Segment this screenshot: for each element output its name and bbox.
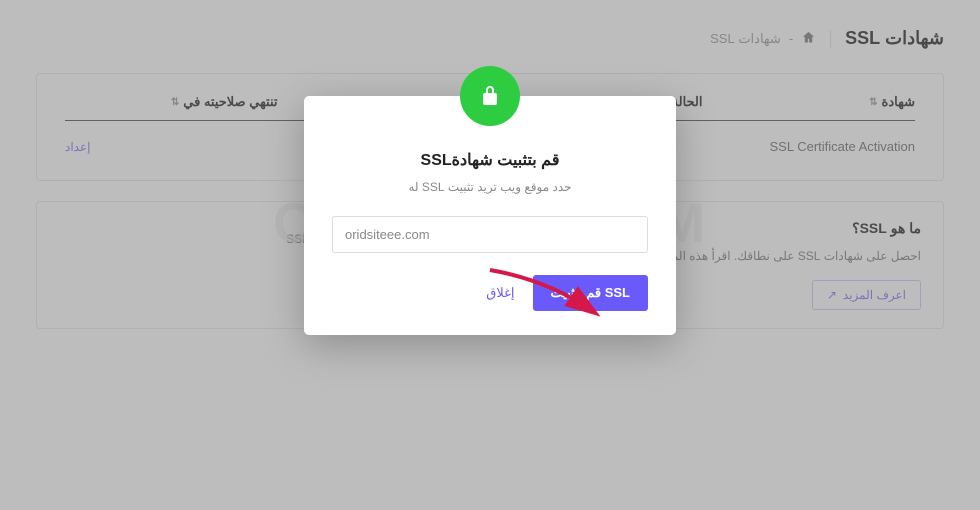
close-button[interactable]: إغلاق — [482, 277, 518, 309]
modal-title: قم بتثبيت شهادةSSL — [332, 150, 648, 170]
install-ssl-modal: قم بتثبيت شهادةSSL حدد موقع ويب تريد تثب… — [304, 96, 676, 335]
install-ssl-button[interactable]: قم بتثبيت SSL — [533, 275, 648, 311]
website-input[interactable] — [332, 216, 648, 253]
lock-icon — [460, 66, 520, 126]
modal-subtitle: حدد موقع ويب تريد تثبيت SSL له — [332, 180, 648, 194]
modal-overlay[interactable]: قم بتثبيت شهادةSSL حدد موقع ويب تريد تثب… — [0, 0, 980, 510]
